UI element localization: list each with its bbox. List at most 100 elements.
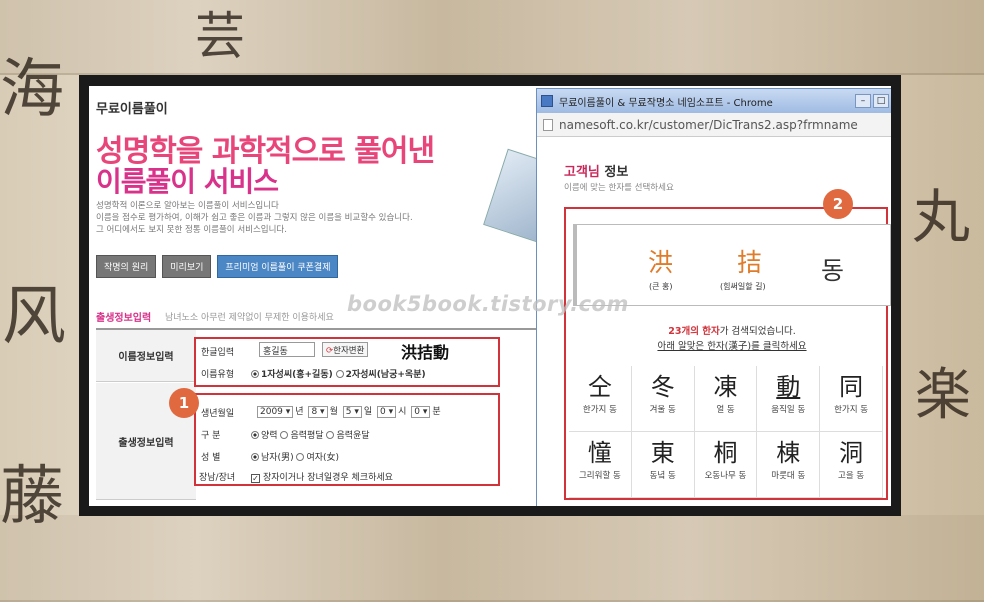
name-char-3: 동: [821, 256, 845, 285]
button-row: 작명의 원리 미리보기 프리미엄 이름풀이 쿠폰결제: [96, 255, 339, 278]
hanja-char: 棟: [776, 439, 801, 467]
search-result-count: 23개의 한자가 검색되었습니다.: [573, 323, 891, 337]
heading-rest: 정보: [599, 165, 629, 180]
hanja-meaning: 겨울 동: [649, 405, 676, 415]
name-type-options: 1자성씨(홍+길동) 2자성씨(남궁+옥분): [251, 367, 426, 380]
hanja-option[interactable]: 冬 겨울 동: [631, 366, 695, 432]
hanja-meaning: 고을 동: [838, 471, 865, 481]
preview-button[interactable]: 미리보기: [162, 255, 212, 278]
hanja-meaning: 얼 동: [716, 405, 735, 415]
hour-unit: 시: [398, 407, 407, 417]
premium-coupon-button[interactable]: 프리미엄 이름풀이 쿠폰결제: [217, 255, 339, 278]
radio-female[interactable]: [296, 453, 305, 461]
click-instruction: 아래 알맞은 한자(漢子)를 클릭하세요: [657, 341, 807, 352]
hanja-option[interactable]: 同 한가지 동: [820, 366, 883, 432]
step-badge-2: 2: [823, 189, 853, 219]
hangul-name-input[interactable]: 홍길동: [259, 342, 315, 357]
name-char-2: 拮: [737, 248, 763, 277]
radio-two-char-surname[interactable]: [335, 370, 344, 378]
hanja-char: 冬: [650, 373, 675, 401]
hanja-option[interactable]: 東 동녘 동: [631, 432, 695, 498]
hanja-meaning: 동녘 동: [649, 471, 676, 481]
minute-unit: 분: [432, 407, 441, 417]
radio-solar[interactable]: [251, 431, 259, 439]
minute-select[interactable]: 0 ▾: [411, 406, 431, 418]
name-char-1-meaning: (큰 홍): [649, 282, 673, 291]
hanja-char: 東: [650, 439, 675, 467]
hanja-convert-button[interactable]: ⟳한자변환: [322, 342, 369, 357]
hanja-option[interactable]: 洞 고을 동: [820, 432, 883, 498]
name-type-opt1: 1자성씨(홍+길동): [261, 370, 333, 380]
page-icon: [543, 118, 553, 131]
eldest-text: 장자이거나 장녀일경우 체크하세요: [263, 473, 393, 483]
customer-info-subheading: 이름에 맞는 한자를 선택하세요: [564, 183, 674, 193]
window-titlebar: 무료이름풀이 & 무료작명소 네임소프트 - Chrome – □: [537, 89, 891, 113]
calligraphy-char: 楽: [915, 363, 971, 428]
calendar-options: 양력 음력평달 음력윤달: [251, 428, 370, 441]
address-bar[interactable]: namesoft.co.kr/customer/DicTrans2.asp?fr…: [537, 113, 891, 137]
hanja-char: 洞: [839, 439, 864, 467]
hangul-label: 한글입력: [201, 348, 235, 358]
calligraphy-char: 海: [0, 53, 64, 127]
desc-line: 이름을 점수로 평가하여, 이해가 쉽고 좋은 이름과 그렇지 않은 이름을 비…: [96, 213, 413, 223]
gender-opt1: 남자(男): [261, 453, 294, 463]
hanja-option[interactable]: 憧 그리워할 동: [569, 432, 632, 498]
radio-lunar-leap[interactable]: [326, 431, 335, 439]
radio-lunar[interactable]: [280, 431, 289, 439]
name-char-1: 洪: [648, 248, 674, 277]
month-unit: 월: [329, 407, 338, 417]
hanja-char: 仝: [587, 373, 612, 401]
naming-principle-button[interactable]: 작명의 원리: [96, 255, 157, 278]
hanja-option[interactable]: 桐 오동나무 동: [694, 432, 758, 498]
screenshot-frame: 무료이름풀이 성명학을 과학적으로 풀어낸 이름풀이 서비스 성명학적 이론으로…: [79, 75, 901, 516]
birth-date-label: 생년월일: [201, 409, 235, 419]
found-rest: 가 검색되었습니다.: [719, 326, 796, 337]
hanja-meaning: 움직일 동: [771, 405, 806, 415]
hanja-result: 洪拮動: [401, 343, 450, 362]
customer-info-heading: 고객님 정보: [564, 161, 628, 180]
hanja-meaning: 마룻대 동: [771, 471, 806, 481]
hanja-option[interactable]: 動 움직일 동: [757, 366, 821, 432]
section-subtitle: 남녀노소 아무런 제약없이 무제한 이용하세요: [165, 313, 334, 323]
app-icon: [541, 95, 553, 107]
hanja-char: 桐: [713, 439, 738, 467]
gender-options: 남자(男) 여자(女): [251, 450, 339, 463]
calligraphy-char: 丸: [912, 183, 971, 251]
maximize-icon[interactable]: □: [873, 94, 889, 108]
hanja-char: 憧: [587, 439, 612, 467]
hour-select[interactable]: 0 ▾: [377, 406, 397, 418]
wood-plank: [0, 0, 984, 75]
hanja-option[interactable]: 凍 얼 동: [694, 366, 758, 432]
calligraphy-char: 芸: [195, 7, 245, 65]
year-unit: 년: [295, 407, 304, 417]
headline-line2: 이름풀이 서비스: [96, 165, 279, 198]
name-info-row-label: 이름정보입력: [96, 330, 196, 382]
hanja-char: 凍: [713, 373, 738, 401]
gender-opt2: 여자(女): [306, 453, 340, 463]
eldest-option: ✓ 장자이거나 장녀일경우 체크하세요: [251, 470, 393, 483]
day-select[interactable]: 5 ▾: [342, 406, 362, 418]
eldest-label: 장남/장녀: [199, 473, 236, 483]
cal-opt3: 음력윤달: [336, 431, 370, 441]
cal-opt2: 음력평달: [290, 431, 324, 441]
hanja-meaning: 한가지 동: [834, 405, 869, 415]
birth-date-selects: 2009 ▾ 년 8 ▾ 월 5 ▾ 일 0 ▾ 시 0 ▾ 분: [255, 404, 441, 418]
window-title: 무료이름풀이 & 무료작명소 네임소프트 - Chrome: [559, 97, 773, 109]
minimize-icon[interactable]: –: [855, 94, 871, 108]
wood-plank: [0, 515, 984, 602]
hanja-char: 同: [839, 373, 864, 401]
eldest-checkbox[interactable]: ✓: [251, 474, 260, 483]
hanja-choice-grid: 仝 한가지 동 冬 겨울 동 凍얼 동 動 움직일 동 同 한가지 동 憧 그리워할 동 …: [569, 366, 883, 498]
month-select[interactable]: 8 ▾: [308, 406, 328, 418]
year-select[interactable]: 2009 ▾: [257, 406, 294, 418]
hanja-option[interactable]: 棟 마룻대 동: [757, 432, 821, 498]
screenshot-content: 무료이름풀이 성명학을 과학적으로 풀어낸 이름풀이 서비스 성명학적 이론으로…: [89, 86, 891, 506]
day-unit: 일: [363, 407, 373, 417]
radio-male[interactable]: [251, 453, 259, 461]
heading-accent: 고객님: [564, 165, 600, 180]
step-badge-1: 1: [169, 388, 199, 418]
hanja-char: 動: [776, 373, 801, 401]
radio-one-char-surname[interactable]: [251, 370, 259, 378]
calligraphy-char: 藤: [0, 460, 64, 534]
hanja-option[interactable]: 仝 한가지 동: [569, 366, 632, 432]
